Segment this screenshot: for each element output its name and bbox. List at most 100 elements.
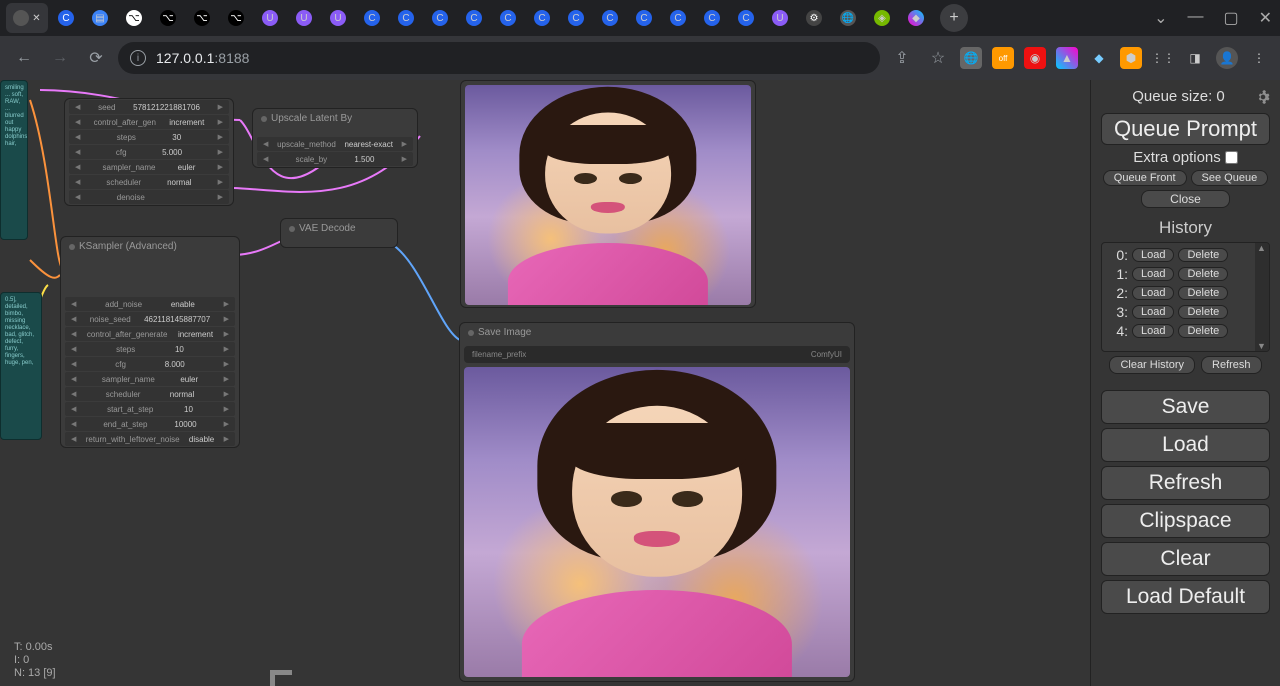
node-param-row[interactable]: ◀steps10▶ xyxy=(65,342,235,356)
load-default-button[interactable]: Load Default xyxy=(1101,580,1270,614)
clear-button[interactable]: Clear xyxy=(1101,542,1270,576)
tab-1[interactable]: C xyxy=(50,3,82,33)
tabs-dropdown-icon[interactable]: ⌄ xyxy=(1154,8,1167,28)
node-param-row[interactable]: ◀control_after_generateincrement▶ xyxy=(65,327,235,341)
node-param-row[interactable]: ◀sampler_nameeuler▶ xyxy=(65,372,235,386)
node-param-row[interactable]: ◀schedulernormal▶ xyxy=(65,387,235,401)
node-param-row[interactable]: ◀noise_seed462118145887707▶ xyxy=(65,312,235,326)
tab-9[interactable]: U xyxy=(322,3,354,33)
history-scrollbar[interactable] xyxy=(1255,243,1269,351)
close-window-icon[interactable]: ✕ xyxy=(1259,8,1272,28)
tab-22[interactable]: U xyxy=(764,3,796,33)
tab-24[interactable]: 🌐 xyxy=(832,3,864,33)
node-param-row[interactable]: ◀return_with_leftover_noisedisable▶ xyxy=(65,432,235,446)
back-button[interactable]: ← xyxy=(10,44,38,72)
tab-19[interactable]: C xyxy=(662,3,694,33)
tab-18[interactable]: C xyxy=(628,3,660,33)
ext-red-icon[interactable]: ◉ xyxy=(1024,47,1046,69)
node-param-row[interactable]: ◀scale_by1.500▶ xyxy=(257,152,413,166)
settings-gear-icon[interactable] xyxy=(1256,90,1270,104)
node-param-row[interactable]: ◀start_at_step10▶ xyxy=(65,402,235,416)
node-param-row[interactable]: ◀sampler_nameeuler▶ xyxy=(69,160,229,174)
extensions-icon[interactable]: ⋮⋮ xyxy=(1152,47,1174,69)
tab-12[interactable]: C xyxy=(424,3,456,33)
history-load-button[interactable]: Load xyxy=(1132,267,1174,281)
history-delete-button[interactable]: Delete xyxy=(1178,324,1228,338)
tab-26[interactable]: ◆ xyxy=(900,3,932,33)
tab-15[interactable]: C xyxy=(526,3,558,33)
extra-options[interactable]: Extra options xyxy=(1101,149,1270,166)
node-param-row[interactable]: ◀steps30▶ xyxy=(69,130,229,144)
tab-11[interactable]: C xyxy=(390,3,422,33)
forward-button[interactable]: → xyxy=(46,44,74,72)
tab-close-icon[interactable]: ✕ xyxy=(32,13,40,24)
tab-13[interactable]: C xyxy=(458,3,490,33)
tab-3[interactable]: ⌥ xyxy=(118,3,150,33)
history-delete-button[interactable]: Delete xyxy=(1178,248,1228,262)
history-load-button[interactable]: Load xyxy=(1132,248,1174,262)
profile-icon[interactable]: 👤 xyxy=(1216,47,1238,69)
save-image-node[interactable]: Save Image filename_prefix ComfyUI xyxy=(459,322,855,682)
clear-history-button[interactable]: Clear History xyxy=(1109,356,1195,374)
address-bar[interactable]: i 127.0.0.1:8188 xyxy=(118,42,880,74)
tab-20[interactable]: C xyxy=(696,3,728,33)
node-canvas[interactable]: smiling ... soft, RAW, ... blurred out h… xyxy=(0,80,1090,686)
history-delete-button[interactable]: Delete xyxy=(1178,267,1228,281)
node-param-row[interactable]: ◀add_noiseenable▶ xyxy=(65,297,235,311)
node-param-row[interactable]: ◀denoise▶ xyxy=(69,190,229,204)
new-tab-button[interactable]: + xyxy=(940,4,968,32)
reload-button[interactable]: ⟳ xyxy=(82,44,110,72)
menu-icon[interactable]: ⋮ xyxy=(1248,47,1270,69)
tab-6[interactable]: ⌥ xyxy=(220,3,252,33)
clipspace-button[interactable]: Clipspace xyxy=(1101,504,1270,538)
node-param-row[interactable]: ◀cfg5.000▶ xyxy=(69,145,229,159)
ksampler-advanced-node[interactable]: KSampler (Advanced) ◀add_noiseenable▶◀no… xyxy=(60,236,240,448)
node-param-row[interactable]: ◀cfg8.000▶ xyxy=(65,357,235,371)
close-button[interactable]: Close xyxy=(1141,190,1230,208)
tab-7[interactable]: U xyxy=(254,3,286,33)
active-tab[interactable]: ✕ xyxy=(6,3,48,33)
history-load-button[interactable]: Load xyxy=(1132,286,1174,300)
ext-globe-icon[interactable]: 🌐 xyxy=(960,47,982,69)
node-param-row[interactable]: ◀schedulernormal▶ xyxy=(69,175,229,189)
filename-prefix-field[interactable]: filename_prefix ComfyUI xyxy=(464,346,850,363)
queue-front-button[interactable]: Queue Front xyxy=(1103,170,1187,186)
share-icon[interactable]: ⇪ xyxy=(888,44,916,72)
save-button[interactable]: Save xyxy=(1101,390,1270,424)
extra-options-checkbox[interactable] xyxy=(1225,151,1238,164)
tab-10[interactable]: C xyxy=(356,3,388,33)
tab-25[interactable]: ◈ xyxy=(866,3,898,33)
tab-17[interactable]: C xyxy=(594,3,626,33)
tab-16[interactable]: C xyxy=(560,3,592,33)
preview-image-node[interactable] xyxy=(460,80,756,308)
prompt-positive-node[interactable]: smiling ... soft, RAW, ... blurred out h… xyxy=(0,80,28,240)
node-param-row[interactable]: ◀control_after_genincrement▶ xyxy=(69,115,229,129)
vae-decode-node[interactable]: VAE Decode xyxy=(280,218,398,248)
bookmark-icon[interactable]: ☆ xyxy=(924,44,952,72)
tab-14[interactable]: C xyxy=(492,3,524,33)
tab-23[interactable]: ⚙ xyxy=(798,3,830,33)
minimize-icon[interactable]: — xyxy=(1187,8,1203,28)
prompt-negative-node[interactable]: 0.5], detailed, bimbo, missing necklace,… xyxy=(0,292,42,440)
ext-orange-icon[interactable]: ⬢ xyxy=(1120,47,1142,69)
tab-2[interactable]: ▤ xyxy=(84,3,116,33)
ext-gem-icon[interactable]: ◆ xyxy=(1088,47,1110,69)
ksampler-node-1[interactable]: ◀seed578121221881706▶◀control_after_geni… xyxy=(64,98,234,206)
see-queue-button[interactable]: See Queue xyxy=(1191,170,1269,186)
tab-4[interactable]: ⌥ xyxy=(152,3,184,33)
sidepanel-icon[interactable]: ◨ xyxy=(1184,47,1206,69)
history-delete-button[interactable]: Delete xyxy=(1178,286,1228,300)
load-button[interactable]: Load xyxy=(1101,428,1270,462)
maximize-icon[interactable]: ▢ xyxy=(1223,8,1238,28)
upscale-latent-node[interactable]: Upscale Latent By ◀upscale_methodnearest… xyxy=(252,108,418,168)
history-delete-button[interactable]: Delete xyxy=(1178,305,1228,319)
tab-8[interactable]: U xyxy=(288,3,320,33)
tab-21[interactable]: C xyxy=(730,3,762,33)
site-info-icon[interactable]: i xyxy=(130,50,146,66)
queue-prompt-button[interactable]: Queue Prompt xyxy=(1101,113,1270,145)
history-list[interactable]: 0: Load Delete 1: Load Delete 2: Load De… xyxy=(1101,242,1270,352)
node-param-row[interactable]: ◀upscale_methodnearest-exact▶ xyxy=(257,137,413,151)
node-param-row[interactable]: ◀seed578121221881706▶ xyxy=(69,100,229,114)
history-load-button[interactable]: Load xyxy=(1132,305,1174,319)
tab-5[interactable]: ⌥ xyxy=(186,3,218,33)
